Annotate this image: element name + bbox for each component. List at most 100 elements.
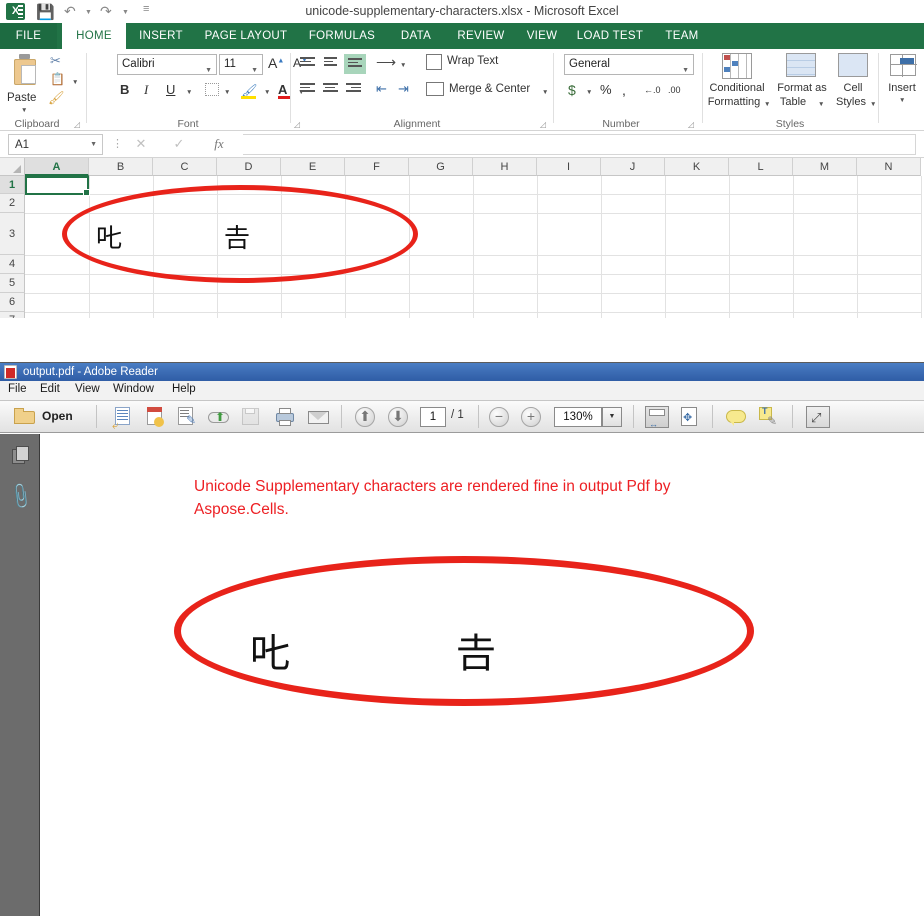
conditional-formatting-icon[interactable] [722, 53, 752, 79]
col-header-K[interactable]: K [665, 158, 729, 176]
copy-icon[interactable]: 📋 [50, 72, 65, 86]
font-name-chevron-down-icon[interactable]: ▼ [205, 61, 212, 80]
merge-center-icon[interactable] [426, 82, 444, 96]
orientation-icon[interactable]: ⟶ [376, 54, 396, 71]
align-left-icon[interactable] [300, 83, 315, 96]
col-header-F[interactable]: F [345, 158, 409, 176]
page-thumbnails-icon[interactable] [9, 446, 31, 468]
tab-home[interactable]: HOME [62, 23, 126, 49]
email-icon[interactable] [308, 406, 330, 428]
cell-styles-icon[interactable] [838, 53, 868, 77]
tab-load-test[interactable]: LOAD TEST [570, 23, 650, 49]
row-header-2[interactable]: 2 [0, 194, 25, 213]
edit-pdf-icon[interactable]: ✎ [176, 406, 198, 428]
row-header-6[interactable]: 6 [0, 293, 25, 312]
menu-view[interactable]: View [75, 383, 100, 395]
copy-chevron-down-icon[interactable]: ▼ [72, 79, 78, 86]
format-as-table-chevron-down-icon[interactable]: ▼ [818, 101, 824, 108]
cell-styles-chevron-down-icon[interactable]: ▼ [870, 101, 876, 108]
orientation-chevron-down-icon[interactable]: ▼ [400, 62, 406, 69]
number-dialog-launcher[interactable]: ◿ [688, 120, 694, 129]
fit-width-icon[interactable]: ↔ [645, 406, 669, 428]
row-header-3[interactable]: 3 [0, 213, 25, 255]
insert-label[interactable]: Insert [880, 82, 924, 94]
align-right-icon[interactable] [346, 83, 361, 96]
merge-center-chevron-down-icon[interactable]: ▼ [542, 89, 548, 96]
merge-center-label[interactable]: Merge & Center [449, 83, 530, 95]
insert-chevron-down-icon[interactable]: ▼ [899, 97, 905, 104]
menu-help[interactable]: Help [172, 383, 196, 395]
paste-icon[interactable] [10, 53, 40, 89]
pdf-page-view[interactable]: Unicode Supplementary characters are ren… [41, 434, 924, 916]
fullscreen-icon[interactable]: ⤢ [806, 406, 830, 428]
zoom-level-input[interactable]: 130% [554, 407, 602, 427]
italic-button[interactable]: I [144, 82, 148, 98]
tab-team[interactable]: TEAM [656, 23, 708, 49]
col-header-B[interactable]: B [89, 158, 153, 176]
align-center-icon[interactable] [323, 83, 338, 96]
zoom-in-icon[interactable]: + [521, 407, 541, 427]
create-pdf-icon[interactable]: ⤶ [112, 406, 134, 428]
col-header-J[interactable]: J [601, 158, 665, 176]
next-page-icon[interactable]: ⬇ [388, 407, 408, 427]
align-top-icon[interactable] [300, 57, 315, 70]
cell-styles-label-line2[interactable]: Styles [830, 96, 872, 108]
format-painter-icon[interactable]: 🖌 [48, 90, 65, 106]
page-number-input[interactable]: 1 [420, 407, 446, 427]
previous-page-icon[interactable]: ⬆ [355, 407, 375, 427]
highlight-icon[interactable]: T ✎ [758, 406, 780, 428]
tab-page-layout[interactable]: PAGE LAYOUT [196, 23, 296, 49]
open-button-label[interactable]: Open [42, 409, 73, 423]
cell-styles-label-line1[interactable]: Cell [832, 82, 874, 94]
row-header-4[interactable]: 4 [0, 255, 25, 274]
conditional-formatting-label-line2[interactable]: Formatting [704, 96, 764, 108]
clipboard-dialog-launcher[interactable]: ◿ [74, 120, 80, 129]
menu-edit[interactable]: Edit [40, 383, 60, 395]
send-files-icon[interactable]: ⬆ [208, 406, 230, 428]
align-bottom-icon[interactable] [344, 54, 366, 74]
paste-label[interactable]: Paste [7, 92, 43, 104]
name-box-chevron-down-icon[interactable]: ▼ [90, 135, 97, 155]
increase-decimal-icon[interactable]: ←.0 [644, 85, 661, 95]
format-as-table-label-line1[interactable]: Format as [772, 82, 832, 94]
decrease-decimal-icon[interactable]: .00 [668, 85, 681, 95]
name-box[interactable]: A1 ▼ [8, 134, 103, 155]
decrease-indent-icon[interactable]: ⇤ [376, 81, 387, 97]
wrap-text-label[interactable]: Wrap Text [447, 55, 498, 67]
col-header-N[interactable]: N [857, 158, 921, 176]
selected-cell-A1[interactable] [25, 176, 89, 195]
row-header-1[interactable]: 1 [0, 176, 25, 194]
tab-formulas[interactable]: FORMULAS [300, 23, 384, 49]
format-as-table-icon[interactable] [786, 53, 816, 77]
menu-file[interactable]: File [8, 383, 27, 395]
tab-insert[interactable]: INSERT [130, 23, 192, 49]
grow-font-icon[interactable]: A▲ [268, 55, 284, 71]
col-header-L[interactable]: L [729, 158, 793, 176]
cancel-formula-icon[interactable]: ✕ [127, 134, 155, 155]
zoom-dropdown-icon[interactable]: ▼ [602, 407, 622, 427]
enter-formula-icon[interactable]: ✓ [165, 134, 193, 155]
comma-style-icon[interactable]: , [622, 82, 626, 98]
percent-style-icon[interactable]: % [600, 82, 612, 97]
col-header-D[interactable]: D [217, 158, 281, 176]
alignment-dialog-launcher[interactable]: ◿ [540, 120, 546, 129]
row-header-7[interactable]: 7 [0, 312, 25, 318]
tab-review[interactable]: REVIEW [448, 23, 514, 49]
col-header-E[interactable]: E [281, 158, 345, 176]
align-middle-icon[interactable] [324, 57, 339, 70]
zoom-out-icon[interactable]: − [489, 407, 509, 427]
font-size-chevron-down-icon[interactable]: ▼ [251, 61, 258, 80]
col-header-C[interactable]: C [153, 158, 217, 176]
font-color-icon[interactable]: A [278, 81, 287, 99]
open-folder-icon[interactable] [14, 406, 36, 428]
conditional-formatting-label-line1[interactable]: Conditional [704, 82, 770, 94]
export-pdf-icon[interactable] [144, 406, 166, 428]
col-header-M[interactable]: M [793, 158, 857, 176]
fill-color-icon[interactable]: 🖌 [241, 82, 258, 100]
increase-indent-icon[interactable]: ⇥ [398, 81, 409, 97]
number-format-select[interactable]: General ▼ [564, 54, 694, 75]
cut-icon[interactable]: ✂ [50, 53, 61, 69]
font-size-input[interactable]: 11 ▼ [219, 54, 263, 75]
fill-color-chevron-down-icon[interactable]: ▼ [264, 89, 270, 96]
insert-function-icon[interactable]: fx [205, 134, 233, 155]
